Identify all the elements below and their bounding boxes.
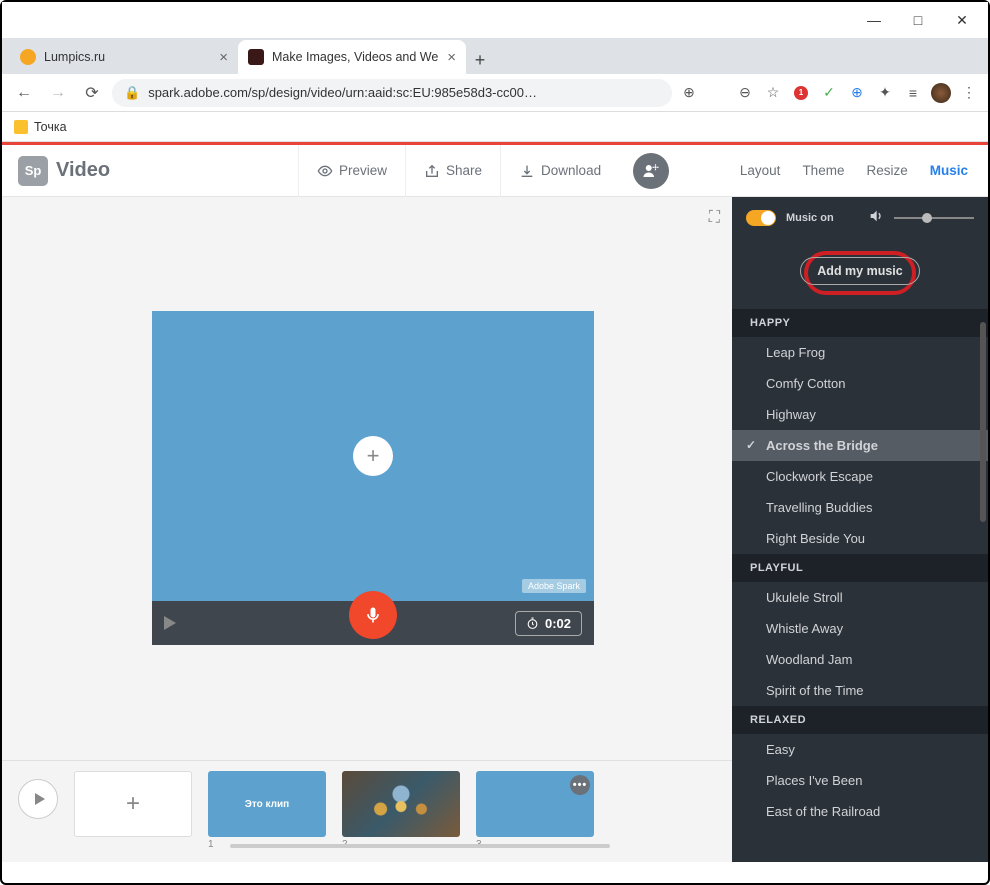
share-button[interactable]: Share: [405, 145, 500, 197]
add-content-button[interactable]: +: [353, 436, 393, 476]
bookmark-item[interactable]: Точка: [34, 120, 67, 134]
track-item[interactable]: Highway: [732, 399, 988, 430]
ext-check-icon[interactable]: ✓: [818, 82, 840, 104]
browser-tabbar: Lumpics.ru × Make Images, Videos and Web…: [2, 38, 988, 74]
music-toggle[interactable]: [746, 210, 776, 226]
translate-icon[interactable]: 🊐: [706, 82, 728, 104]
window-maximize[interactable]: □: [896, 2, 940, 38]
menu-icon[interactable]: ⋮: [958, 82, 980, 104]
favicon-lumpics: [20, 49, 36, 65]
track-item[interactable]: Places I've Been: [732, 765, 988, 796]
app-logo-badge: Sp: [18, 156, 48, 186]
timeline: + Это клип 1 2 ••• 3: [2, 760, 732, 850]
slide-thumb-1[interactable]: Это клип: [208, 771, 326, 837]
duration-badge[interactable]: 0:02: [515, 611, 582, 636]
track-item[interactable]: Right Beside You: [732, 523, 988, 554]
volume-slider[interactable]: [894, 217, 974, 219]
track-item[interactable]: Clockwork Escape: [732, 461, 988, 492]
tab-layout[interactable]: Layout: [740, 163, 781, 178]
url-text: spark.adobe.com/sp/design/video/urn:aaid…: [148, 85, 537, 100]
extensions-icon[interactable]: ✦: [874, 82, 896, 104]
star-icon[interactable]: ☆: [762, 82, 784, 104]
profile-avatar[interactable]: [930, 82, 952, 104]
category-relaxed: RELAXED: [732, 706, 988, 734]
add-my-music-button[interactable]: Add my music: [800, 257, 919, 285]
track-item[interactable]: Easy: [732, 734, 988, 765]
app-header: Sp Video Preview Share Download Layout T…: [2, 145, 988, 197]
timeline-play-button[interactable]: [18, 779, 58, 819]
tab-spark[interactable]: Make Images, Videos and Web S ×: [238, 40, 466, 74]
reading-list-icon[interactable]: ≡: [902, 82, 924, 104]
track-list[interactable]: HAPPY Leap Frog Comfy Cotton Highway Acr…: [732, 309, 988, 862]
back-button[interactable]: ←: [10, 79, 38, 107]
install-icon[interactable]: ⊕: [678, 82, 700, 104]
download-button[interactable]: Download: [500, 145, 619, 197]
tab-title: Lumpics.ru: [44, 50, 105, 64]
category-playful: PLAYFUL: [732, 554, 988, 582]
slide-thumb-3[interactable]: •••: [476, 771, 594, 837]
fullscreen-icon[interactable]: ⛶: [709, 209, 720, 227]
forward-button[interactable]: →: [44, 79, 72, 107]
ext-globe-icon[interactable]: ⊕: [846, 82, 868, 104]
lock-icon: 🔒: [124, 85, 140, 101]
folder-icon: [14, 120, 28, 134]
app-logo-text: Video: [56, 159, 110, 182]
zoom-icon[interactable]: ⊖: [734, 82, 756, 104]
preview-button[interactable]: Preview: [298, 145, 405, 197]
music-on-label: Music on: [786, 212, 834, 224]
tab-music[interactable]: Music: [930, 163, 968, 178]
url-field[interactable]: 🔒 spark.adobe.com/sp/design/video/urn:aa…: [112, 79, 672, 107]
bookmarks-bar: Точка: [2, 112, 988, 142]
slide-thumb-2[interactable]: [342, 771, 460, 837]
canvas-area: ⛶ + Adobe Spark 0:02: [2, 197, 732, 862]
address-bar: ← → ⟳ 🔒 spark.adobe.com/sp/design/video/…: [2, 74, 988, 112]
track-item[interactable]: Whistle Away: [732, 613, 988, 644]
ext-badge-icon[interactable]: 1: [790, 82, 812, 104]
tab-theme[interactable]: Theme: [802, 163, 844, 178]
track-item[interactable]: Woodland Jam: [732, 644, 988, 675]
track-item[interactable]: Travelling Buddies: [732, 492, 988, 523]
track-item[interactable]: Ukulele Stroll: [732, 582, 988, 613]
music-panel: Music on Add my music HAPPY Leap Frog Co…: [732, 197, 988, 862]
watermark: Adobe Spark: [522, 579, 586, 593]
window-close[interactable]: ✕: [940, 2, 984, 38]
close-icon[interactable]: ×: [447, 49, 456, 66]
panel-scrollbar[interactable]: [980, 322, 986, 522]
tab-title: Make Images, Videos and Web S: [272, 50, 439, 64]
video-frame[interactable]: + Adobe Spark: [152, 311, 594, 601]
reload-button[interactable]: ⟳: [78, 79, 106, 107]
tab-resize[interactable]: Resize: [866, 163, 907, 178]
tab-lumpics[interactable]: Lumpics.ru ×: [10, 40, 238, 74]
track-item[interactable]: Leap Frog: [732, 337, 988, 368]
video-controls: 0:02: [152, 601, 594, 645]
track-item[interactable]: East of the Railroad: [732, 796, 988, 827]
volume-icon[interactable]: [868, 208, 884, 229]
close-icon[interactable]: ×: [219, 49, 228, 66]
new-tab-button[interactable]: +: [466, 46, 494, 74]
track-item[interactable]: Comfy Cotton: [732, 368, 988, 399]
add-slide-button[interactable]: +: [74, 771, 192, 837]
category-happy: HAPPY: [732, 309, 988, 337]
record-mic-button[interactable]: [349, 591, 397, 639]
track-item[interactable]: Spirit of the Time: [732, 675, 988, 706]
play-icon[interactable]: [164, 616, 176, 630]
slide-menu-icon[interactable]: •••: [570, 775, 590, 795]
timeline-scrollbar[interactable]: [230, 844, 610, 848]
invite-button[interactable]: [633, 153, 669, 189]
video-preview: + Adobe Spark 0:02: [152, 311, 594, 645]
track-item[interactable]: Across the Bridge: [732, 430, 988, 461]
window-minimize[interactable]: —: [852, 2, 896, 38]
favicon-spark: [248, 49, 264, 65]
